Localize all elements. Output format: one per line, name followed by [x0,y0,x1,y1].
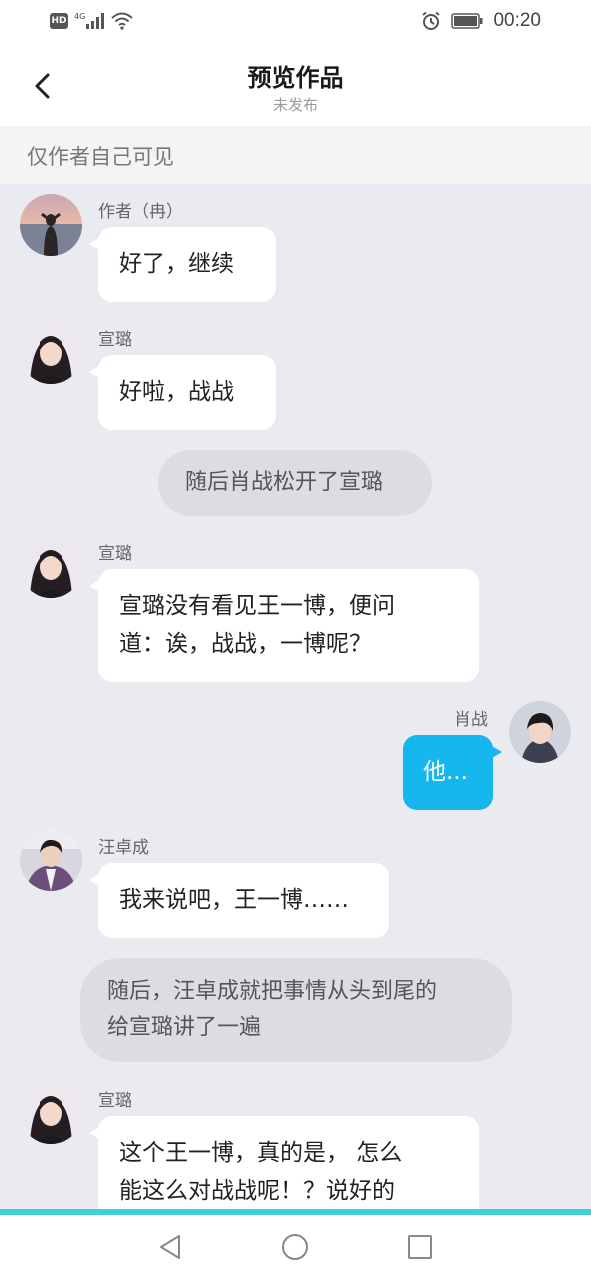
sender-name: 宣璐 [98,1091,132,1111]
network-label: 4G [74,11,86,21]
avatar-xuanlu[interactable] [20,1082,82,1144]
header: 预览作品 未发布 [0,46,591,126]
alarm-icon [422,11,441,30]
sender-name: 宣璐 [98,330,132,350]
sender-name: 作者（冉） [98,202,183,222]
narration-text: 随后肖战松开了宣璐 [185,470,384,495]
narration-text-line: 随后，汪卓成就把事情从头到尾的 [107,979,438,1004]
visibility-notice-text: 仅作者自己可见 [27,145,174,169]
message-bubble[interactable]: 好了，继续 [89,227,276,302]
message-text: 我来说吧，王一博…… [119,887,349,913]
nav-back-icon[interactable] [157,1233,183,1261]
battery-icon [451,13,483,29]
message-bubble[interactable]: 好啦，战战 [89,355,276,430]
message-text: 好啦，战战 [119,379,234,405]
sender-name: 宣璐 [98,544,132,564]
nav-home-icon[interactable] [281,1233,309,1261]
wifi-icon [111,12,133,30]
message-text-line: 道：诶，战战，一博呢？ [119,631,372,657]
narration-bubble: 随后，汪卓成就把事情从头到尾的 给宣璐讲了一遍 [80,958,512,1062]
message-bubble[interactable]: 我来说吧，王一博…… [89,863,389,938]
narration-text-line: 给宣璐讲了一遍 [107,1015,262,1040]
sender-name: 汪卓成 [98,838,149,858]
message-text-line: 这个王一博，真的是， 怎么 [119,1140,403,1166]
page-title: 预览作品 [247,64,344,92]
status-left: HD 4G [50,12,133,30]
avatar-xiaozhan[interactable] [509,701,571,763]
nav-home-button[interactable] [275,1227,315,1267]
narration-bubble: 随后肖战松开了宣璐 [158,450,432,516]
system-nav-bar [0,1215,591,1280]
nav-back-button[interactable] [150,1227,190,1267]
avatar-author[interactable] [20,194,82,256]
nav-recents-button[interactable] [400,1227,440,1267]
message-text: 好了，继续 [119,251,234,277]
message-text-line: 能这么对战战呢！？说好的 [119,1178,395,1204]
hd-icon: HD [50,13,68,29]
message-text-line: 宣璐没有看见王一博，便问 [119,593,395,619]
message-bubble[interactable]: 宣璐没有看见王一博，便问 道：诶，战战，一博呢？ [89,569,479,682]
message-bubble-outgoing[interactable]: 他... [403,735,502,810]
sender-name: 肖战 [454,710,488,730]
signal-icon [86,13,105,29]
avatar-wangzhuocheng[interactable] [20,829,82,891]
avatar-xuanlu[interactable] [20,536,82,598]
avatar-xuanlu[interactable] [20,322,82,384]
message-text: 他... [423,759,468,785]
page-subtitle: 未发布 [272,96,318,114]
status-bar: HD 4G 00:20 [0,0,591,46]
chat-preview-screen: HD 4G 00:20 预览作品 未发布 仅作者自己可见 作者（冉） 好了，继续… [0,0,591,1280]
nav-recents-icon[interactable] [407,1234,433,1260]
status-time: 00:20 [493,10,541,31]
status-right: 00:20 [421,10,541,32]
visibility-notice: 仅作者自己可见 [0,126,591,184]
